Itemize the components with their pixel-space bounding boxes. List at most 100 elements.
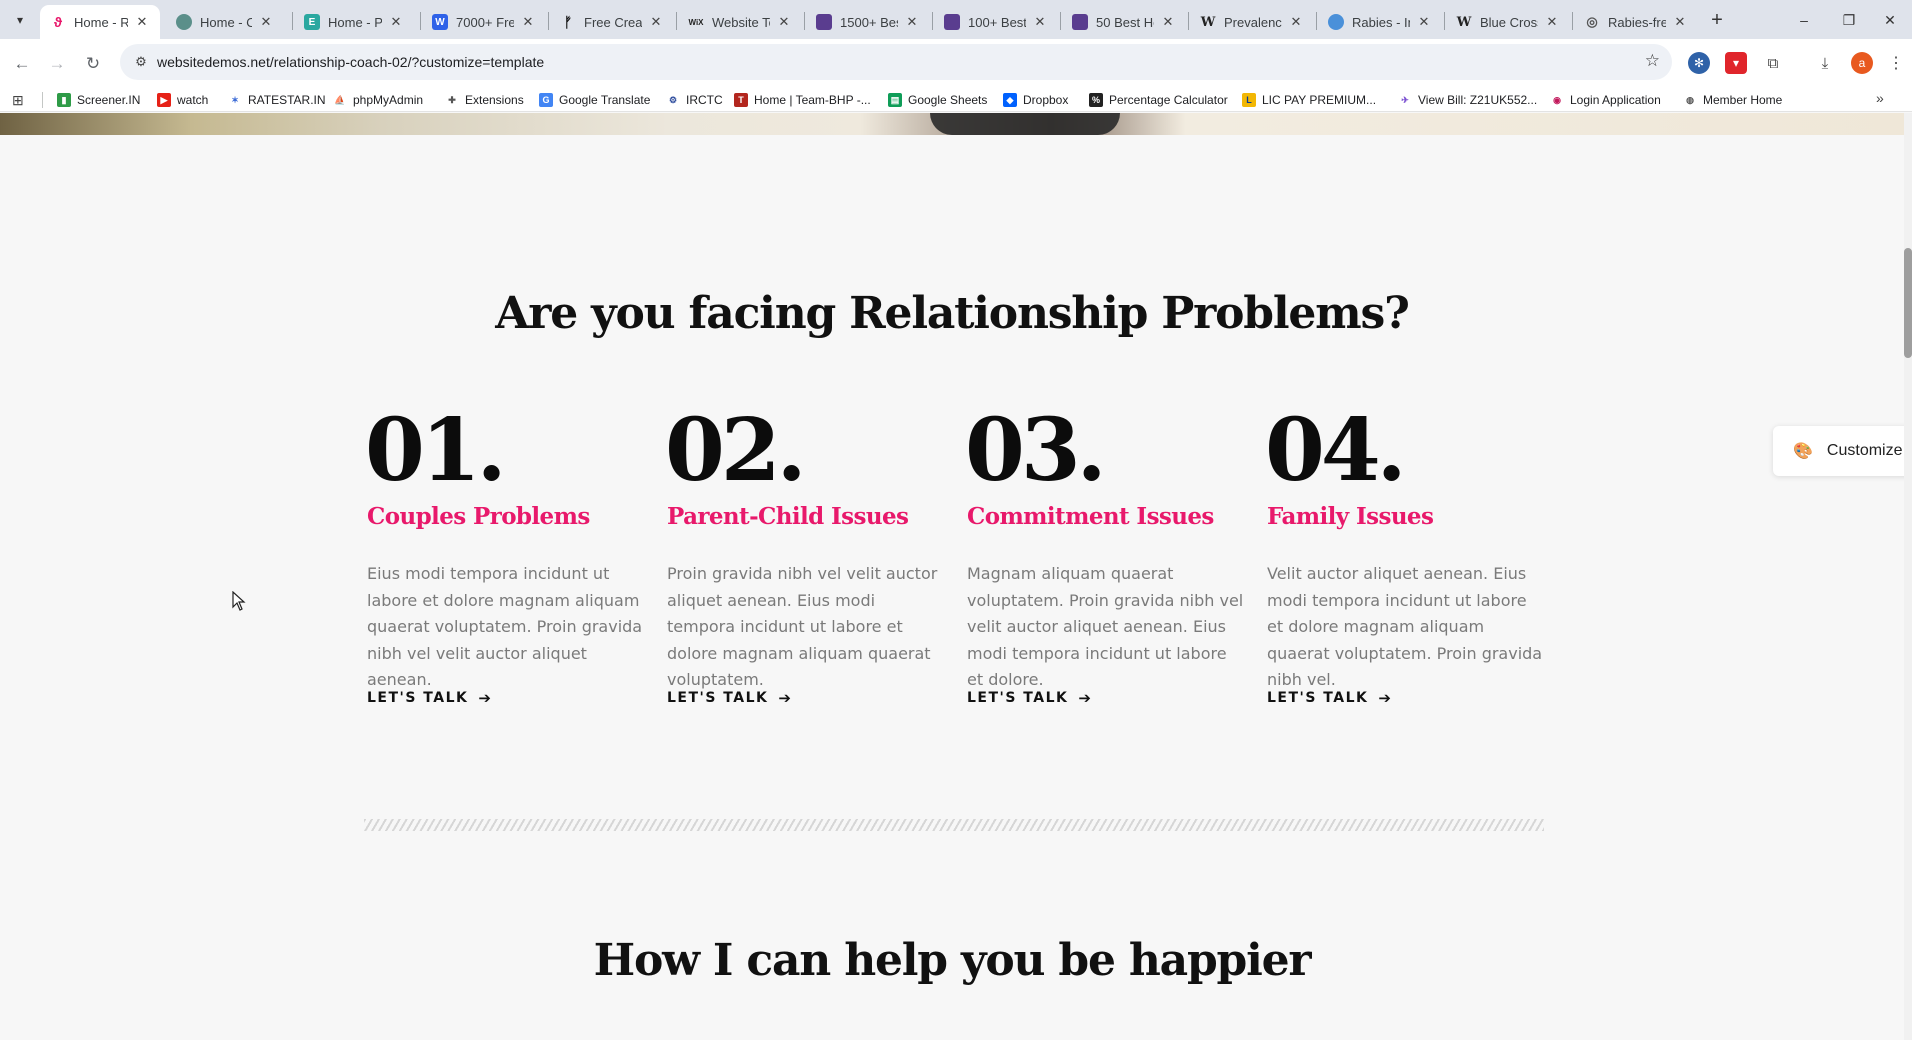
translate-icon: G [539, 93, 553, 107]
bookmark-label: Member Home [1703, 93, 1783, 107]
close-icon[interactable]: ✕ [776, 14, 792, 30]
close-icon[interactable]: ✕ [520, 14, 536, 30]
close-icon[interactable]: ✕ [388, 14, 404, 30]
tab-separator [1060, 12, 1061, 30]
chevron-more-bookmarks-icon[interactable]: » [1876, 90, 1884, 106]
bookmark-label: phpMyAdmin [353, 93, 424, 107]
tab-2[interactable]: E Home - Ph ✕ [294, 5, 414, 39]
close-window-button[interactable]: ✕ [1868, 6, 1912, 34]
scrollbar-thumb[interactable] [1904, 248, 1912, 358]
close-icon[interactable]: ✕ [648, 14, 664, 30]
tab-5[interactable]: WiX Website Te ✕ [678, 5, 802, 39]
new-tab-button[interactable]: + [1705, 9, 1729, 33]
bookmark-item[interactable]: ✚ Extensions [445, 91, 523, 109]
tab-7[interactable]: 100+ Best ✕ [934, 5, 1058, 39]
bookmark-item[interactable]: ▶ watch [157, 91, 208, 109]
restore-button[interactable]: ❐ [1827, 6, 1871, 34]
colorlib-favicon-icon [944, 14, 960, 30]
close-icon[interactable]: ✕ [1032, 14, 1048, 30]
globe-favicon-icon: ◎ [1586, 14, 1598, 29]
tab-title: Blue Cross [1480, 14, 1538, 30]
lets-talk-link[interactable]: LET'S TALK ➔ [967, 689, 1092, 707]
bookmark-item[interactable]: ▮ Screener.IN [57, 91, 140, 109]
card-heading: Family Issues [1267, 503, 1434, 530]
bookmark-label: watch [177, 93, 209, 107]
bookmark-item[interactable]: ▤ Google Sheets [888, 91, 987, 109]
tab-separator [1572, 12, 1573, 30]
card-description: Eius modi tempora incidunt ut labore et … [367, 564, 643, 689]
page-viewport: Are you facing Relationship Problems? 01… [0, 113, 1912, 1040]
tab-6[interactable]: 1500+ Bes ✕ [806, 5, 930, 39]
bookmark-label: View Bill: Z21UK552... [1418, 93, 1538, 107]
tab-separator [804, 12, 805, 30]
bookmark-item[interactable]: G Google Translate [539, 91, 650, 109]
lets-talk-link[interactable]: LET'S TALK ➔ [1267, 689, 1392, 707]
tab-4[interactable]: ᚠ Free Creat ✕ [550, 5, 674, 39]
tab-0[interactable]: ϑ Home - Re ✕ [40, 5, 160, 39]
close-icon[interactable]: ✕ [1544, 14, 1560, 30]
lets-talk-link[interactable]: LET'S TALK ➔ [367, 689, 492, 707]
link-label: LET'S TALK [667, 690, 769, 706]
tab-1[interactable]: Home - O ✕ [166, 5, 284, 39]
close-icon[interactable]: ✕ [1672, 14, 1688, 30]
login-icon: ◉ [1553, 94, 1561, 105]
bookmark-item[interactable]: ✈ View Bill: Z21UK552... [1398, 91, 1537, 109]
reload-icon[interactable]: ↻ [79, 50, 107, 78]
more-menu-icon[interactable]: ⋮ [1885, 52, 1907, 74]
bookmark-item[interactable]: ✶ RATESTAR.IN [228, 91, 325, 109]
bookmark-item[interactable]: L LIC PAY PREMIUM... [1242, 91, 1376, 109]
bookmark-item[interactable]: ⛵ phpMyAdmin [333, 91, 423, 109]
tab-12[interactable]: ◎ Rabies-fre ✕ [1574, 5, 1698, 39]
bookmark-item[interactable]: ⚙ IRCTC [666, 91, 723, 109]
close-icon[interactable]: ✕ [1416, 14, 1432, 30]
arrow-right-icon: ➔ [778, 689, 793, 707]
customize-button[interactable]: 🎨 Customize [1773, 426, 1912, 476]
adblock-shield-icon[interactable]: ▾ [1725, 52, 1747, 74]
bookmark-item[interactable]: ◍ Member Home [1683, 91, 1782, 109]
close-icon[interactable]: ✕ [1288, 14, 1304, 30]
arrow-right-icon: ➔ [1078, 689, 1093, 707]
tab-10[interactable]: Rabies - In ✕ [1318, 5, 1442, 39]
bookmark-star-icon[interactable]: ☆ [1645, 51, 1660, 71]
tab-8[interactable]: 50 Best He ✕ [1062, 5, 1186, 39]
bookmark-item[interactable]: ◆ Dropbox [1003, 91, 1068, 109]
close-icon[interactable]: ✕ [904, 14, 920, 30]
apps-grid-icon[interactable]: ⊞ [12, 92, 24, 109]
dropbox-icon: ◆ [1003, 93, 1017, 107]
irctc-icon: ⚙ [668, 94, 678, 105]
tab-title: Home - Re [74, 14, 128, 30]
sheets-icon: ▤ [888, 93, 902, 107]
card-number: 03. [965, 400, 1107, 501]
download-icon[interactable]: ⤓ [1814, 52, 1836, 74]
back-arrow-icon[interactable]: ← [8, 50, 36, 78]
page-scrollbar[interactable] [1904, 113, 1912, 1040]
bookmark-item[interactable]: T Home | Team-BHP -... [734, 91, 871, 109]
tab-11[interactable]: W Blue Cross ✕ [1446, 5, 1570, 39]
tab-search-chevron-icon[interactable]: ▾ [8, 8, 32, 32]
profile-avatar[interactable]: a [1851, 52, 1873, 74]
wix-w-favicon-icon: W [432, 14, 448, 30]
close-icon[interactable]: ✕ [258, 14, 274, 30]
forward-arrow-icon[interactable]: → [43, 50, 71, 78]
bookmark-label: Percentage Calculator [1109, 93, 1228, 107]
tab-3[interactable]: W 7000+ Fre ✕ [422, 5, 546, 39]
site-info-icon[interactable]: ⚙ [130, 51, 152, 73]
url-text[interactable]: websitedemos.net/relationship-coach-02/?… [157, 54, 544, 70]
card-heading: Commitment Issues [967, 503, 1214, 530]
close-icon[interactable]: ✕ [134, 14, 150, 30]
address-bar[interactable]: ⚙ websitedemos.net/relationship-coach-02… [120, 44, 1672, 80]
tab-separator [1188, 12, 1189, 30]
bookmark-item[interactable]: % Percentage Calculator [1089, 91, 1228, 109]
bookmark-label: Google Translate [559, 93, 651, 107]
phpmyadmin-icon: ⛵ [334, 94, 346, 105]
lets-talk-link[interactable]: LET'S TALK ➔ [667, 689, 792, 707]
bookmark-item[interactable]: ◉ Login Application [1550, 91, 1661, 109]
card-number: 01. [365, 400, 507, 501]
close-icon[interactable]: ✕ [1160, 14, 1176, 30]
minimize-button[interactable]: – [1782, 6, 1826, 34]
link-label: LET'S TALK [367, 690, 469, 706]
puzzle-extensions-icon[interactable]: ⧉ [1762, 52, 1784, 74]
wikipedia-favicon-icon: W [1200, 14, 1216, 30]
tab-9[interactable]: W Prevalence ✕ [1190, 5, 1314, 39]
extension-icon[interactable]: ✻ [1688, 52, 1710, 74]
